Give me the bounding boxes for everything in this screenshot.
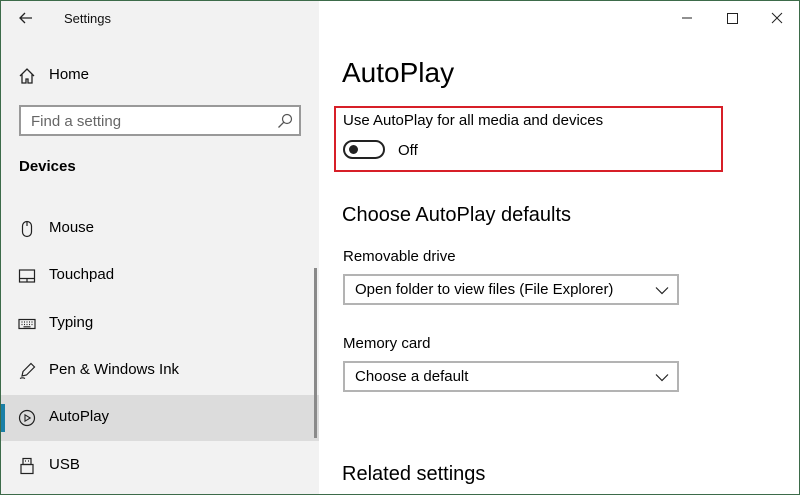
sidebar-item-label: Typing (49, 314, 94, 331)
chevron-down-icon (655, 374, 669, 382)
close-icon (771, 12, 783, 24)
chevron-down-icon (655, 287, 669, 295)
search-icon[interactable] (277, 113, 293, 129)
sidebar-item-home[interactable]: Home (1, 59, 319, 91)
sidebar-item-label: Pen & Windows Ink (49, 361, 180, 378)
sidebar-item-pen[interactable]: Pen & Windows Ink (1, 348, 319, 394)
sidebar-item-label: Touchpad (49, 266, 115, 283)
removable-drive-label: Removable drive (343, 248, 456, 265)
memory-card-label: Memory card (343, 335, 431, 352)
sidebar-item-label: AutoPlay (49, 408, 110, 425)
back-button[interactable] (15, 7, 37, 29)
sidebar-item-usb[interactable]: USB (1, 443, 319, 489)
settings-window: Settings Home Find a setting Devices Mou… (0, 0, 800, 495)
maximize-icon (727, 13, 738, 24)
sidebar-item-label: Home (49, 66, 90, 83)
minimize-button[interactable] (675, 7, 699, 29)
main-panel: AutoPlay Use AutoPlay for all media and … (319, 1, 799, 494)
keyboard-icon (18, 318, 36, 330)
memory-card-dropdown[interactable]: Choose a default (343, 361, 679, 392)
search-placeholder: Find a setting (31, 113, 122, 130)
related-settings-heading: Related settings (342, 463, 486, 485)
sidebar: Settings Home Find a setting Devices Mou… (1, 1, 319, 494)
autoplay-toggle-label: Use AutoPlay for all media and devices (343, 112, 604, 129)
pen-icon (19, 362, 36, 380)
autoplay-toggle[interactable] (343, 140, 385, 159)
defaults-heading: Choose AutoPlay defaults (342, 204, 572, 226)
page-title: AutoPlay (342, 57, 455, 88)
dropdown-value: Choose a default (355, 368, 469, 385)
sidebar-item-label: Mouse (49, 219, 95, 236)
sidebar-item-touchpad[interactable]: Touchpad (1, 253, 319, 299)
touchpad-icon (18, 269, 36, 283)
sidebar-item-label: USB (49, 456, 80, 473)
mouse-icon (21, 220, 33, 238)
toggle-state-text: Off (398, 142, 418, 159)
sidebar-item-typing[interactable]: Typing (1, 301, 319, 347)
toggle-knob (349, 145, 358, 154)
autoplay-icon (18, 409, 36, 427)
section-heading: Devices (19, 158, 76, 175)
removable-drive-dropdown[interactable]: Open folder to view files (File Explorer… (343, 274, 679, 305)
close-button[interactable] (765, 7, 789, 29)
sidebar-scrollbar[interactable] (314, 268, 317, 438)
minimize-icon (682, 17, 692, 19)
usb-icon (20, 457, 34, 475)
sidebar-item-autoplay[interactable]: AutoPlay (1, 395, 319, 441)
home-icon (19, 68, 35, 84)
search-input[interactable]: Find a setting (19, 105, 301, 136)
app-title: Settings (64, 11, 111, 26)
back-arrow-icon (19, 12, 32, 24)
sidebar-item-mouse[interactable]: Mouse (1, 206, 319, 252)
dropdown-value: Open folder to view files (File Explorer… (355, 281, 614, 298)
maximize-button[interactable] (720, 7, 744, 29)
